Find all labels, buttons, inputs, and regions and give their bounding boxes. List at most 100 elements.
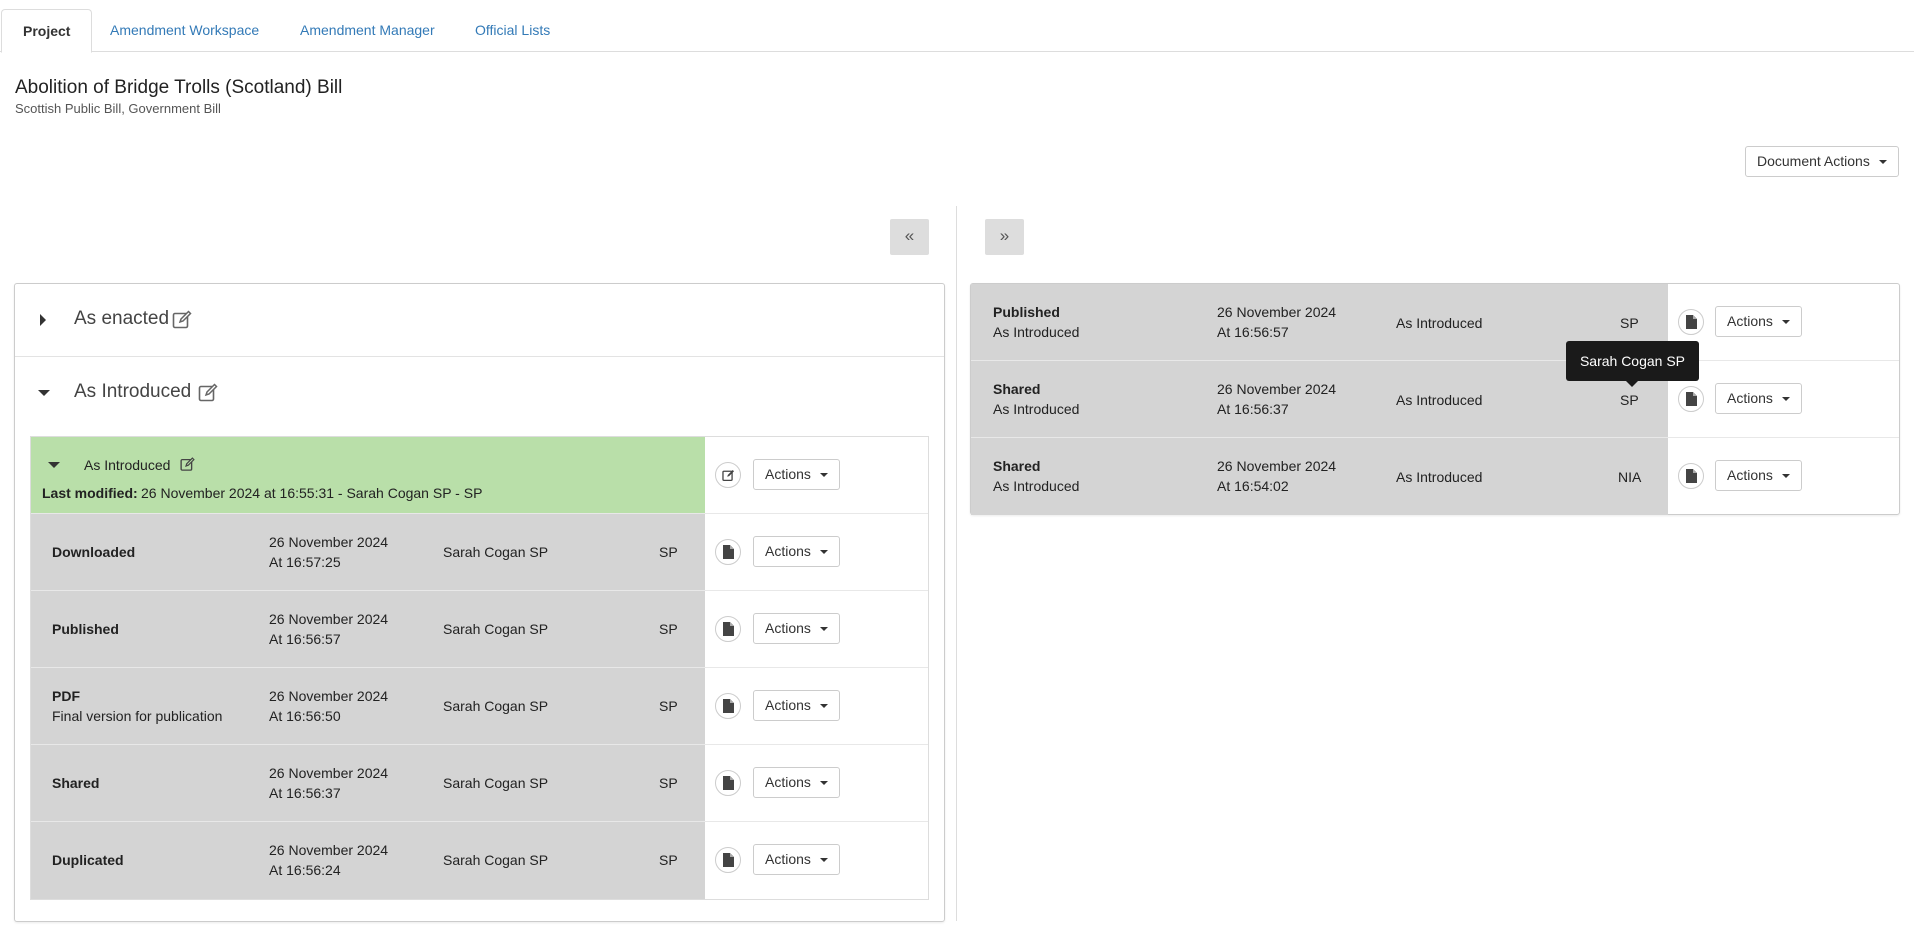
event-type: PDF — [52, 688, 80, 704]
caret-down-icon — [1781, 397, 1790, 402]
event-user: Sarah Cogan SP — [443, 544, 549, 560]
expand-right-button[interactable]: » — [985, 219, 1024, 255]
event-time: At 16:56:50 — [269, 708, 341, 724]
file-icon — [723, 776, 734, 790]
caret-down-icon — [819, 473, 828, 478]
event-type: Published — [52, 621, 119, 637]
event-time: At 16:56:57 — [1217, 324, 1289, 340]
document-actions-label: Document Actions — [1757, 153, 1870, 169]
collapse-left-button[interactable]: « — [890, 219, 929, 255]
section-label: As Introduced — [74, 381, 192, 402]
event-org[interactable]: SP — [1620, 390, 1639, 410]
event-type: Published — [993, 304, 1060, 320]
edit-pencil-icon[interactable] — [172, 310, 192, 330]
actions-label: Actions — [1727, 390, 1773, 406]
caret-down-icon — [1878, 160, 1887, 165]
caret-down-icon — [1781, 320, 1790, 325]
row-actions-button[interactable]: Actions — [753, 690, 840, 721]
edit-pencil-icon[interactable] — [198, 383, 218, 403]
view-document-button[interactable] — [715, 770, 741, 796]
row-background — [31, 745, 705, 821]
caret-down-icon — [819, 550, 828, 555]
section-as-introduced[interactable]: As Introduced — [15, 357, 944, 429]
row-actions-button[interactable]: Actions — [1715, 383, 1802, 414]
actions-label: Actions — [765, 774, 811, 790]
collapse-arrow-icon[interactable] — [38, 390, 50, 396]
edit-pencil-icon — [722, 469, 735, 482]
actions-label: Actions — [765, 466, 811, 482]
event-user: Sarah Cogan SP — [443, 775, 549, 791]
edit-version-button[interactable] — [715, 462, 741, 488]
event-version: As Introduced — [993, 478, 1080, 494]
version-actions-button[interactable]: Actions — [753, 459, 840, 490]
view-document-button[interactable] — [715, 847, 741, 873]
table-row: Shared 26 November 2024 At 16:56:37 Sara… — [31, 745, 928, 822]
table-row: Published As Introduced 26 November 2024… — [971, 284, 1899, 361]
panel-divider — [956, 206, 957, 921]
caret-down-icon — [819, 781, 828, 786]
left-document-panel: As enacted As Introduced As Introduced L… — [14, 283, 945, 922]
event-org: SP — [659, 698, 678, 714]
version-row: As Introduced Last modified: 26 November… — [31, 437, 928, 514]
tab-amendment-workspace[interactable]: Amendment Workspace — [89, 9, 280, 52]
event-time: At 16:56:57 — [269, 631, 341, 647]
user-tooltip: Sarah Cogan SP — [1566, 341, 1699, 387]
page-title: Abolition of Bridge Trolls (Scotland) Bi… — [15, 77, 343, 98]
event-version: As Introduced — [993, 401, 1080, 417]
actions-label: Actions — [1727, 467, 1773, 483]
table-row: Duplicated 26 November 2024 At 16:56:24 … — [31, 822, 928, 899]
event-org: SP — [659, 621, 678, 637]
row-actions-button[interactable]: Actions — [1715, 460, 1802, 491]
event-time: At 16:56:37 — [1217, 401, 1289, 417]
row-actions-button[interactable]: Actions — [753, 613, 840, 644]
expand-arrow-icon[interactable] — [40, 314, 46, 326]
document-actions-button[interactable]: Document Actions — [1745, 146, 1899, 177]
table-row: Published 26 November 2024 At 16:56:57 S… — [31, 591, 928, 668]
event-user: Sarah Cogan SP — [443, 621, 549, 637]
event-date: 26 November 2024 — [269, 534, 389, 550]
event-type: Shared — [52, 775, 100, 791]
section-as-enacted[interactable]: As enacted — [15, 284, 944, 356]
tab-amendment-manager[interactable]: Amendment Manager — [279, 9, 456, 52]
event-type: Duplicated — [52, 852, 124, 868]
event-type: Shared — [993, 458, 1041, 474]
row-background — [31, 591, 705, 667]
row-actions-button[interactable]: Actions — [753, 536, 840, 567]
view-document-button[interactable] — [715, 539, 741, 565]
row-actions-button[interactable]: Actions — [753, 844, 840, 875]
last-modified-value: 26 November 2024 at 16:55:31 - Sarah Cog… — [141, 485, 483, 501]
event-user: Sarah Cogan SP — [443, 698, 549, 714]
actions-label: Actions — [765, 620, 811, 636]
view-document-button[interactable] — [715, 693, 741, 719]
view-document-button[interactable] — [1678, 309, 1704, 335]
event-time: At 16:54:02 — [1217, 478, 1289, 494]
collapse-arrow-icon[interactable] — [48, 462, 60, 468]
view-document-button[interactable] — [1678, 386, 1704, 412]
caret-down-icon — [819, 627, 828, 632]
file-icon — [1686, 392, 1697, 406]
event-time: At 16:56:37 — [269, 785, 341, 801]
actions-label: Actions — [765, 697, 811, 713]
right-document-panel: Published As Introduced 26 November 2024… — [970, 283, 1900, 515]
event-date: 26 November 2024 — [1217, 381, 1337, 397]
file-icon — [1686, 315, 1697, 329]
view-document-button[interactable] — [715, 616, 741, 642]
version-name: As Introduced — [1396, 469, 1483, 485]
table-row: PDF Final version for publication 26 Nov… — [31, 668, 928, 745]
file-icon — [723, 853, 734, 867]
view-document-button[interactable] — [1678, 463, 1704, 489]
tab-project[interactable]: Project — [1, 9, 93, 53]
event-date: 26 November 2024 — [269, 842, 389, 858]
version-name: As Introduced — [1396, 315, 1483, 331]
row-actions-button[interactable]: Actions — [1715, 306, 1802, 337]
file-icon — [723, 545, 734, 559]
tab-official-lists[interactable]: Official Lists — [454, 9, 571, 52]
caret-down-icon — [819, 858, 828, 863]
edit-pencil-icon[interactable] — [180, 457, 195, 472]
file-icon — [723, 622, 734, 636]
row-actions-button[interactable]: Actions — [753, 767, 840, 798]
event-note: Final version for publication — [52, 708, 223, 724]
event-time: At 16:56:24 — [269, 862, 341, 878]
section-label: As enacted — [74, 308, 170, 329]
page-subtitle: Scottish Public Bill, Government Bill — [15, 101, 221, 116]
